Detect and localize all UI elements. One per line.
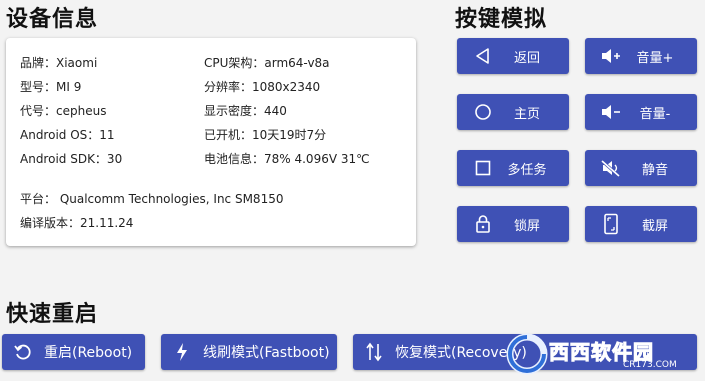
- site-watermark: 西西软件园 CR173.COM: [505, 332, 705, 376]
- lightning-bolt-icon: [169, 342, 195, 362]
- back-label: 返回: [513, 50, 540, 66]
- device-info-title: 设备信息: [6, 7, 99, 32]
- mute-label: 静音: [641, 162, 668, 178]
- volume-down-button[interactable]: 音量-: [585, 94, 697, 130]
- build-info: 编译版本：21.11.24: [20, 216, 134, 230]
- multitask-label: 多任务: [507, 162, 547, 178]
- density-info: 显示密度：440: [204, 104, 287, 118]
- battery-info: 电池信息：78% 4.096V 31℃: [204, 152, 370, 166]
- phone-screenshot-icon: [595, 213, 627, 235]
- volume-up-icon: [595, 47, 627, 65]
- swap-arrows-icon: [361, 342, 387, 362]
- back-triangle-icon: [467, 47, 499, 65]
- volume-up-button[interactable]: 音量+: [585, 38, 697, 74]
- cpu-info: CPU架构：arm64-v8a: [204, 56, 330, 70]
- screenshot-label: 截屏: [641, 218, 668, 234]
- home-button[interactable]: 主页: [457, 94, 569, 130]
- android-sdk-info: Android SDK：30: [20, 152, 123, 166]
- screenshot-button[interactable]: 截屏: [585, 206, 697, 242]
- mute-button[interactable]: 静音: [585, 150, 697, 186]
- multitask-square-icon: [467, 159, 499, 177]
- volume-down-label: 音量-: [639, 106, 671, 122]
- android-os-info: Android OS：11: [20, 128, 115, 142]
- watermark-subtext: CR173.COM: [623, 360, 677, 370]
- uptime-info: 已开机：10天19时7分: [204, 128, 327, 142]
- watermark-logo-icon: [506, 333, 548, 375]
- brand-info: 品牌：Xiaomi: [20, 56, 98, 70]
- multitask-button[interactable]: 多任务: [457, 150, 569, 186]
- quick-reboot-title: 快速重启: [6, 302, 99, 327]
- resolution-info: 分辨率：1080x2340: [204, 80, 321, 94]
- restart-icon: [10, 342, 36, 362]
- key-simulation-title: 按键模拟: [455, 7, 548, 32]
- lock-icon: [467, 214, 499, 234]
- lock-screen-label: 锁屏: [513, 218, 540, 234]
- back-button[interactable]: 返回: [457, 38, 569, 74]
- volume-down-icon: [595, 103, 627, 121]
- home-label: 主页: [513, 106, 540, 122]
- fastboot-button[interactable]: 线刷模式(Fastboot): [161, 334, 337, 370]
- volume-up-label: 音量+: [636, 50, 674, 66]
- device-info-card: 品牌：Xiaomi 型号：MI 9 代号：cepheus Android OS：…: [6, 38, 416, 246]
- home-circle-icon: [467, 103, 499, 121]
- codename-info: 代号：cepheus: [20, 104, 107, 118]
- platform-info: 平台： Qualcomm Technologies, Inc SM8150: [20, 192, 284, 206]
- lock-screen-button[interactable]: 锁屏: [457, 206, 569, 242]
- fastboot-label: 线刷模式(Fastboot): [203, 345, 330, 361]
- reboot-button[interactable]: 重启(Reboot): [2, 334, 145, 370]
- reboot-label: 重启(Reboot): [44, 345, 133, 361]
- model-info: 型号：MI 9: [20, 80, 82, 94]
- mute-icon: [595, 159, 627, 177]
